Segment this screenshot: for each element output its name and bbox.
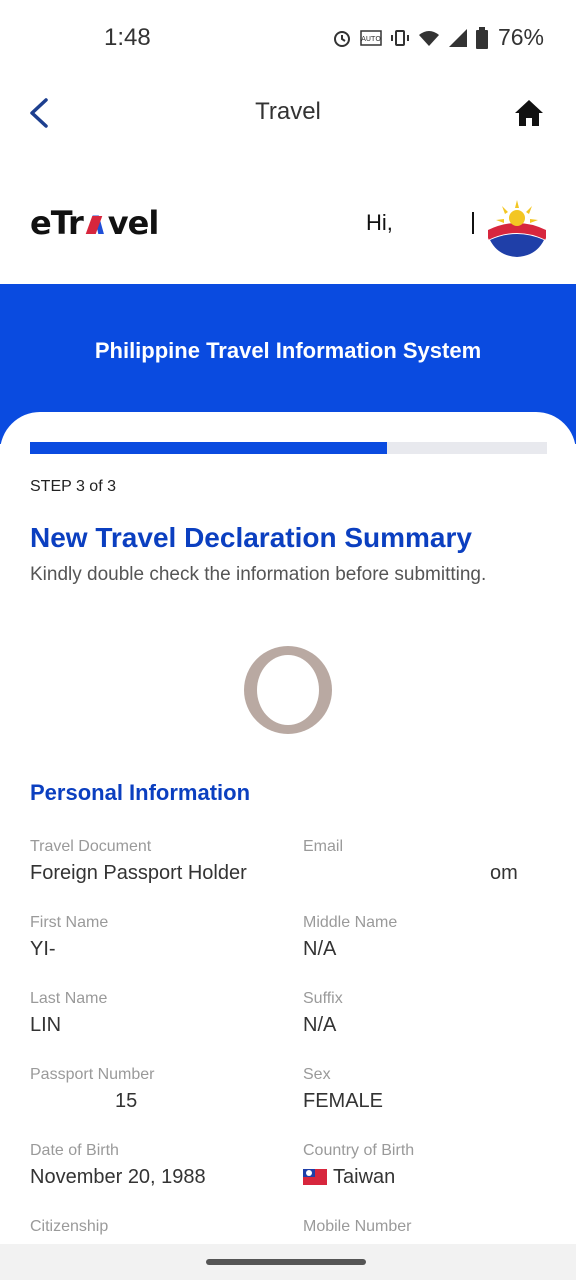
logo-a-mark: ∧: [82, 204, 109, 242]
banner-title: Philippine Travel Information System: [94, 338, 482, 363]
system-nav-bar: [0, 1244, 576, 1280]
vibrate-icon: [390, 29, 409, 46]
field-label: Mobile Number: [303, 1218, 412, 1235]
field-middle-name: Middle Name N/A: [303, 914, 553, 961]
progress-fill: [30, 442, 387, 454]
field-suffix: Suffix N/A: [303, 990, 553, 1037]
user-avatar[interactable]: [486, 196, 548, 258]
field-value: N/A: [303, 938, 337, 960]
field-value: FEMALE: [303, 1090, 384, 1112]
home-gesture-handle[interactable]: [206, 1259, 366, 1265]
field-date-of-birth: Date of Birth November 20, 1988: [30, 1142, 280, 1189]
field-label: Sex: [303, 1066, 331, 1083]
battery-percent: 76%: [497, 24, 544, 50]
field-value: N/A: [303, 1014, 337, 1036]
field-value: LIN: [30, 1014, 62, 1036]
taiwan-flag-icon: [303, 1169, 327, 1185]
field-value: om: [490, 862, 518, 884]
field-value: Taiwan: [333, 1166, 396, 1188]
field-label: Travel Document: [30, 838, 152, 855]
greeting-text: Hi,: [366, 210, 393, 235]
page-title: Travel: [255, 98, 321, 125]
wifi-icon: [418, 30, 439, 46]
profile-photo: [244, 646, 332, 734]
field-mobile-number: Mobile Number: [303, 1218, 553, 1236]
field-passport-number: Passport Number 15: [30, 1066, 280, 1113]
summary-title: New Travel Declaration Summary: [30, 522, 472, 553]
field-last-name: Last Name LIN: [30, 990, 280, 1037]
field-label: Country of Birth: [303, 1142, 415, 1159]
step-indicator: STEP 3 of 3: [30, 478, 116, 495]
field-label: Middle Name: [303, 914, 398, 931]
status-bar: 1:48 AUTO 76%: [0, 0, 576, 78]
field-value: 15: [115, 1090, 138, 1112]
field-label: Last Name: [30, 990, 108, 1007]
field-label: Citizenship: [30, 1218, 109, 1235]
field-label: Email: [303, 838, 344, 855]
philippine-emblem-avatar-icon: [487, 197, 547, 257]
app-bar: Travel: [0, 78, 576, 148]
field-label: First Name: [30, 914, 109, 931]
field-value-wrap: Taiwan: [303, 1166, 553, 1189]
svg-text:AUTO: AUTO: [361, 35, 381, 43]
field-value: November 20, 1988: [30, 1166, 206, 1188]
signal-icon: [448, 28, 467, 47]
field-citizenship: Citizenship: [30, 1218, 280, 1236]
home-button[interactable]: [514, 98, 544, 128]
user-name-redacted: [472, 212, 474, 234]
field-travel-document: Travel Document Foreign Passport Holder: [30, 838, 280, 885]
alarm-icon: [333, 30, 350, 47]
etravel-logo: eTr∧vel: [30, 204, 160, 242]
field-label: Date of Birth: [30, 1142, 119, 1159]
progress-bar: [30, 442, 547, 454]
status-icons: AUTO 76%: [332, 24, 544, 51]
logo-text-end: vel: [107, 204, 160, 242]
field-first-name: First Name YI-: [30, 914, 280, 961]
brand-row: eTr∧vel Hi,: [0, 188, 576, 264]
field-sex: Sex FEMALE: [303, 1066, 553, 1113]
field-label: Passport Number: [30, 1066, 155, 1083]
field-email: Email om: [303, 838, 553, 885]
field-value: Foreign Passport Holder: [30, 862, 247, 884]
summary-card: STEP 3 of 3 New Travel Declaration Summa…: [0, 412, 576, 1252]
logo-text-start: eTr: [30, 204, 84, 242]
battery-icon: [475, 26, 488, 49]
home-icon: [515, 100, 543, 126]
field-country-of-birth: Country of Birth Taiwan: [303, 1142, 553, 1189]
field-value: YI-: [30, 938, 56, 960]
auto-rotate-icon: AUTO: [360, 29, 382, 46]
summary-subtitle: Kindly double check the information befo…: [30, 564, 487, 585]
profile-photo-redacted: [257, 655, 319, 725]
status-time: 1:48: [104, 24, 151, 51]
field-label: Suffix: [303, 990, 343, 1007]
section-title-personal: Personal Information: [30, 780, 251, 805]
